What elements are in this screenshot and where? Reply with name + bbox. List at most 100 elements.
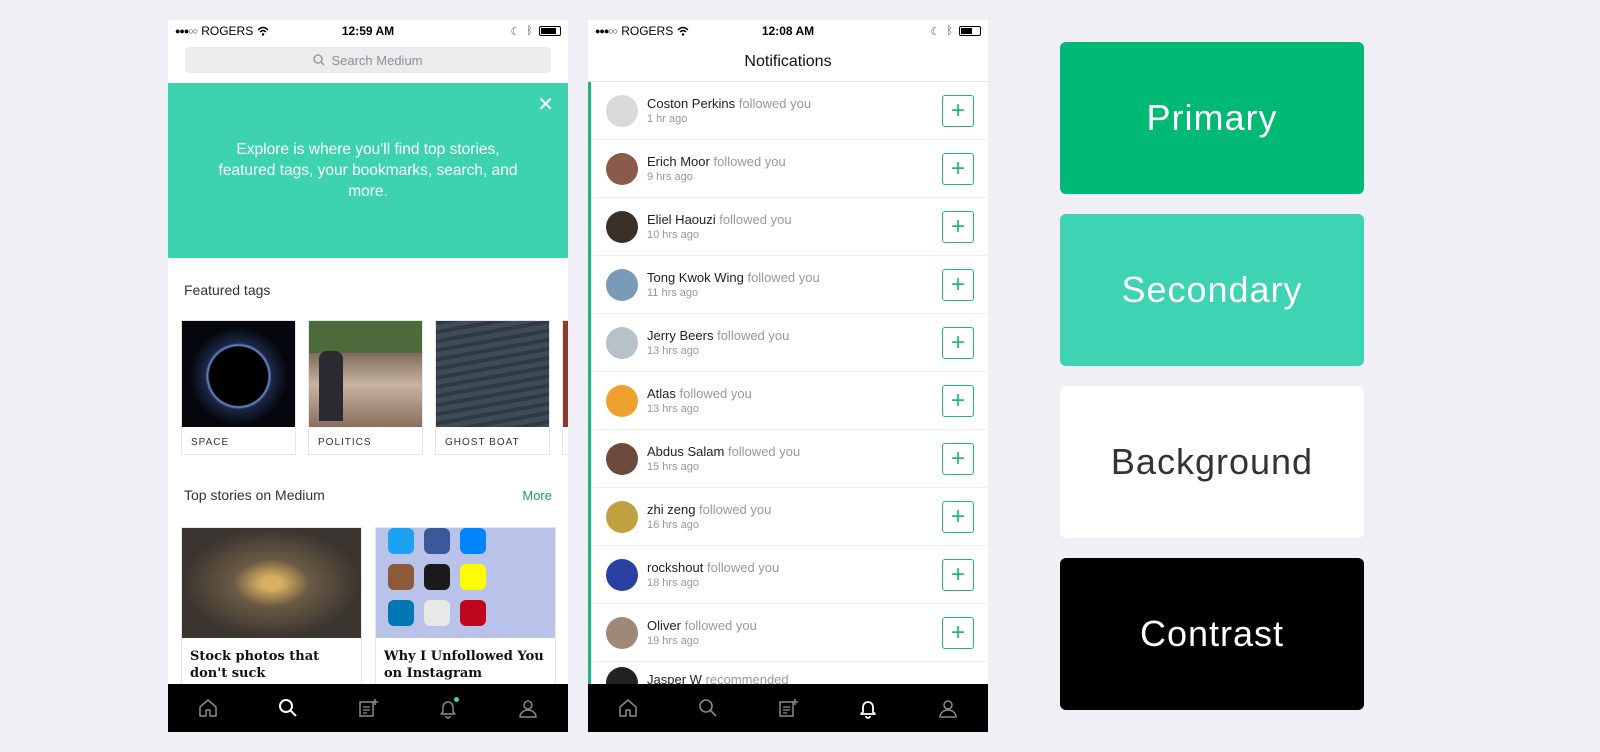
tab-profile[interactable] bbox=[933, 693, 963, 723]
avatar[interactable] bbox=[606, 558, 638, 591]
tab-explore[interactable] bbox=[693, 693, 723, 723]
avatar[interactable] bbox=[606, 268, 638, 301]
notification-action: followed you bbox=[727, 444, 801, 459]
notification-row[interactable]: Coston Perkins followed you 1 hr ago + bbox=[591, 82, 988, 140]
notification-row[interactable]: rockshout followed you 18 hrs ago + bbox=[591, 546, 988, 604]
story-title: Why I Unfollowed You on Instagram bbox=[384, 649, 544, 681]
story-card[interactable]: Stock photos that don't suck bbox=[181, 527, 362, 687]
follow-button[interactable]: + bbox=[942, 558, 974, 591]
avatar[interactable] bbox=[606, 384, 638, 417]
user-name[interactable]: Atlas bbox=[647, 386, 676, 401]
notification-action: followed you bbox=[717, 328, 790, 343]
follow-button[interactable]: + bbox=[942, 268, 974, 301]
notification-row[interactable]: Oliver followed you 19 hrs ago + bbox=[591, 604, 988, 662]
notification-time: 13 hrs ago bbox=[647, 345, 699, 357]
carrier-label: ROGERS bbox=[201, 24, 254, 38]
swatch-background: Background bbox=[1060, 386, 1364, 538]
avatar[interactable] bbox=[606, 442, 638, 475]
search-icon bbox=[699, 699, 717, 717]
follow-button[interactable]: + bbox=[942, 500, 974, 533]
follow-button[interactable]: + bbox=[942, 326, 974, 359]
wifi-icon bbox=[257, 26, 269, 36]
notification-text: rockshout followed you 18 hrs ago bbox=[647, 560, 988, 589]
tab-explore[interactable] bbox=[273, 693, 303, 723]
notification-row[interactable]: zhi zeng followed you 16 hrs ago + bbox=[591, 488, 988, 546]
user-name[interactable]: Tong Kwok Wing bbox=[647, 270, 744, 285]
story-image bbox=[376, 528, 555, 638]
wifi-icon bbox=[677, 26, 689, 36]
tab-home[interactable] bbox=[613, 693, 643, 723]
tab-write[interactable] bbox=[353, 693, 383, 723]
user-name[interactable]: Jerry Beers bbox=[647, 328, 713, 343]
follow-button[interactable]: + bbox=[942, 210, 974, 243]
tab-home[interactable] bbox=[193, 693, 223, 723]
plus-icon: + bbox=[950, 96, 965, 124]
plus-icon: + bbox=[950, 618, 965, 646]
story-card[interactable]: Why I Unfollowed You on Instagram bbox=[375, 527, 556, 687]
notification-line: Eliel Haouzi followed you bbox=[647, 212, 988, 227]
notification-row[interactable]: Eliel Haouzi followed you 10 hrs ago + bbox=[591, 198, 988, 256]
user-name[interactable]: Abdus Salam bbox=[647, 444, 724, 459]
avatar[interactable] bbox=[606, 326, 638, 359]
follow-button[interactable]: + bbox=[942, 94, 974, 127]
follow-button[interactable]: + bbox=[942, 616, 974, 649]
notification-row[interactable]: Tong Kwok Wing followed you 11 hrs ago + bbox=[591, 256, 988, 314]
explore-screen: ●●●○○ ROGERS 12:59 AM ☾ ᛒ Search Medium … bbox=[168, 20, 568, 732]
notification-line: Jerry Beers followed you bbox=[647, 328, 988, 343]
notification-time: 10 hrs ago bbox=[647, 229, 699, 241]
user-name[interactable]: zhi zeng bbox=[647, 502, 695, 517]
notification-row[interactable]: Jerry Beers followed you 13 hrs ago + bbox=[591, 314, 988, 372]
tag-card-space[interactable]: SPACE bbox=[181, 320, 296, 455]
profile-icon bbox=[939, 700, 957, 718]
user-name[interactable]: Oliver bbox=[647, 618, 681, 633]
user-name[interactable]: rockshout bbox=[647, 560, 703, 575]
tab-profile[interactable] bbox=[513, 693, 543, 723]
tag-card-politics[interactable]: POLITICS bbox=[308, 320, 423, 455]
pinterest-icon bbox=[460, 600, 486, 626]
user-name[interactable]: Eliel Haouzi bbox=[647, 212, 716, 227]
facebook-icon bbox=[424, 528, 450, 554]
avatar[interactable] bbox=[606, 616, 638, 649]
notification-text: Atlas followed you 13 hrs ago bbox=[647, 386, 988, 415]
notification-row[interactable]: Atlas followed you 13 hrs ago + bbox=[591, 372, 988, 430]
tab-notifications[interactable] bbox=[433, 693, 463, 723]
swatch-label: Secondary bbox=[1121, 269, 1303, 310]
notification-text: Coston Perkins followed you 1 hr ago bbox=[647, 96, 988, 125]
search-input[interactable]: Search Medium bbox=[185, 47, 551, 73]
avatar[interactable] bbox=[606, 500, 638, 533]
notification-time: 16 hrs ago bbox=[647, 519, 699, 531]
notification-action: followed you bbox=[707, 560, 780, 575]
close-icon[interactable]: ✕ bbox=[537, 95, 554, 115]
tab-write[interactable] bbox=[773, 693, 803, 723]
home-icon bbox=[619, 699, 637, 717]
instagram-icon bbox=[388, 564, 414, 590]
user-name[interactable]: Coston Perkins bbox=[647, 96, 735, 111]
battery-icon bbox=[959, 26, 981, 36]
tab-notifications[interactable] bbox=[853, 693, 883, 723]
avatar[interactable] bbox=[606, 152, 638, 185]
avatar[interactable] bbox=[606, 94, 638, 127]
notification-text: Erich Moor followed you 9 hrs ago bbox=[647, 154, 988, 183]
plus-icon: + bbox=[950, 386, 965, 414]
notification-text: Jerry Beers followed you 13 hrs ago bbox=[647, 328, 988, 357]
user-name[interactable]: Erich Moor bbox=[647, 154, 710, 169]
follow-button[interactable]: + bbox=[942, 442, 974, 475]
avatar[interactable] bbox=[606, 210, 638, 243]
bluetooth-icon: ᛒ bbox=[526, 25, 533, 37]
follow-button[interactable]: + bbox=[942, 152, 974, 185]
notification-action: followed you bbox=[713, 154, 786, 169]
unread-dot bbox=[454, 697, 459, 702]
notification-line: zhi zeng followed you bbox=[647, 502, 988, 517]
notification-row[interactable]: Erich Moor followed you 9 hrs ago + bbox=[591, 140, 988, 198]
tag-card-partial[interactable] bbox=[562, 320, 568, 455]
tag-card-ghost-boat[interactable]: GHOST BOAT bbox=[435, 320, 550, 455]
tag-label: POLITICS bbox=[318, 437, 372, 448]
signal-icon: ●●●○○ bbox=[175, 26, 198, 36]
notification-text: Abdus Salam followed you 15 hrs ago bbox=[647, 444, 988, 473]
notification-time: 1 hr ago bbox=[647, 113, 688, 125]
swatch-label: Background bbox=[1110, 441, 1314, 482]
notification-row[interactable]: Abdus Salam followed you 15 hrs ago + bbox=[591, 430, 988, 488]
follow-button[interactable]: + bbox=[942, 384, 974, 417]
more-link[interactable]: More bbox=[522, 488, 552, 503]
